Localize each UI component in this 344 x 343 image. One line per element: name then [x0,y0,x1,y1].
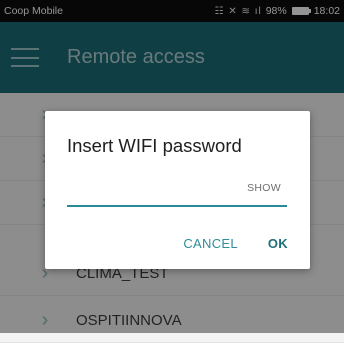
show-password-button[interactable]: SHOW [247,182,281,194]
wifi-password-dialog: Insert WIFI password SHOW CANCEL OK [45,111,310,269]
cancel-button[interactable]: CANCEL [183,236,238,251]
dialog-title: Insert WIFI password [67,135,242,156]
ok-button[interactable]: OK [268,236,288,251]
dialog-actions: CANCEL OK [183,236,288,251]
password-input[interactable] [67,179,231,205]
password-field-container: SHOW [67,179,287,207]
